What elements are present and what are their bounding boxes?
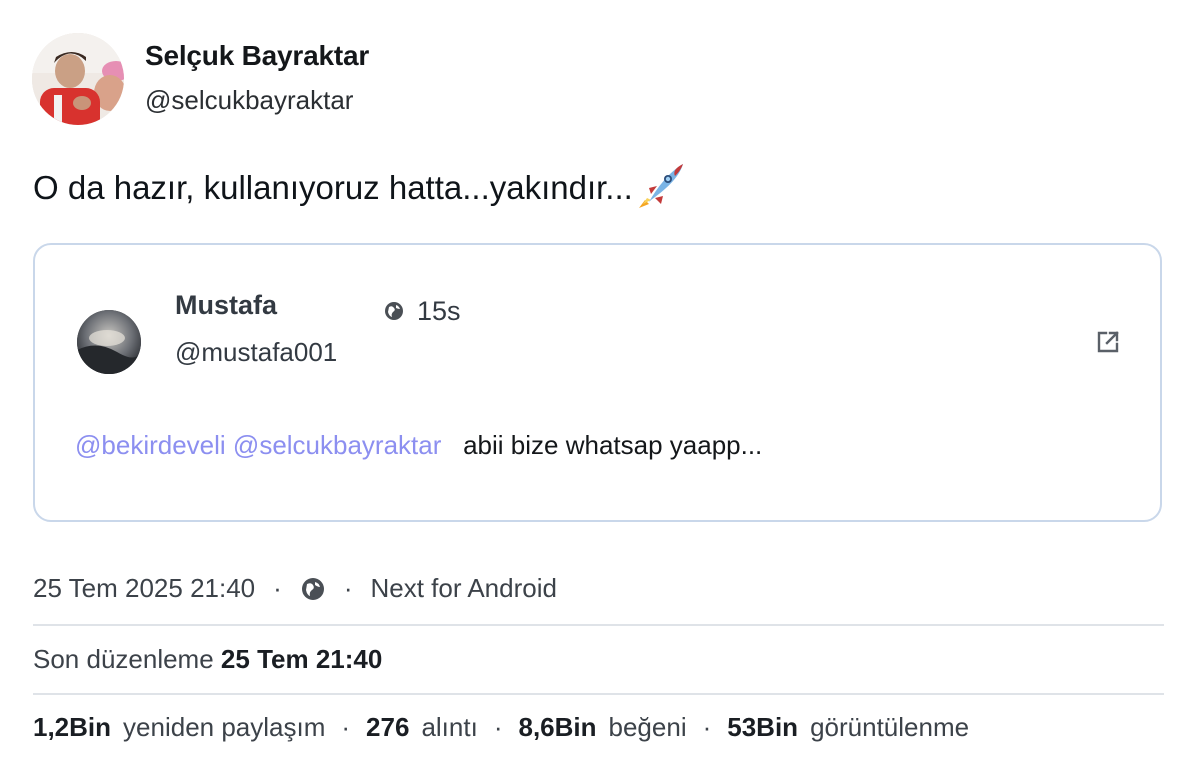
separator-dot: ·	[493, 712, 503, 742]
external-link-icon[interactable]	[1095, 329, 1121, 355]
separator-dot: ·	[343, 573, 353, 603]
separator-dot: ·	[702, 712, 712, 742]
client-name: Next for Android	[370, 573, 557, 603]
quoted-post-card[interactable]: Mustafa 15s @mustafa001 @bekirdeveli @se…	[33, 243, 1162, 522]
post-timestamp[interactable]: 25 Tem 2025 21:40	[33, 573, 255, 604]
quote-time: 15s	[417, 296, 461, 326]
edit-info[interactable]: Son düzenleme 25 Tem 21:40	[33, 644, 382, 675]
likes-count: 8,6Bin	[518, 712, 597, 742]
quotes-count: 276	[366, 712, 410, 742]
post-stats: 1,2Bin yeniden paylaşım · 276 alıntı · 8,6…	[33, 712, 969, 743]
post-body: O da hazır, kullanıyoruz hatta...yakındı…	[33, 169, 633, 206]
views-label: görüntülenme	[810, 712, 970, 742]
separator-dot: ·	[341, 712, 351, 742]
author-avatar[interactable]	[32, 33, 124, 125]
author-handle[interactable]: @selcukbayraktar	[145, 85, 353, 116]
post-meta: 25 Tem 2025 21:40 · · Next for Android	[33, 573, 557, 604]
quote-author-avatar[interactable]	[77, 310, 141, 374]
author-avatar-image	[32, 33, 124, 125]
globe-icon	[383, 300, 405, 322]
edit-time: 25 Tem 21:40	[220, 644, 383, 674]
globe-icon	[300, 576, 326, 602]
divider	[33, 693, 1164, 695]
views-count: 53Bin	[727, 712, 799, 742]
mention-link[interactable]: @bekirdeveli	[75, 430, 226, 460]
views-stat[interactable]: 53Bin görüntülenme	[727, 712, 969, 743]
likes-stat[interactable]: 8,6Bin beğeni	[518, 712, 686, 743]
author-name[interactable]: Selçuk Bayraktar	[145, 40, 369, 72]
quote-author-handle[interactable]: @mustafa001	[175, 337, 337, 368]
edit-label: Son düzenleme	[33, 644, 214, 674]
quotes-stat[interactable]: 276 alıntı	[366, 712, 478, 743]
post-text: O da hazır, kullanıyoruz hatta...yakındı…	[33, 162, 687, 214]
post-view: Selçuk Bayraktar @selcukbayraktar O da h…	[0, 0, 1192, 772]
reposts-count: 1,2Bin	[33, 712, 112, 742]
separator-dot: ·	[273, 573, 282, 603]
reposts-label: yeniden paylaşım	[123, 712, 326, 742]
quotes-label: alıntı	[421, 712, 478, 742]
reposts-stat[interactable]: 1,2Bin yeniden paylaşım	[33, 712, 325, 743]
quote-author-name[interactable]: Mustafa	[175, 290, 277, 321]
mention-link[interactable]: @selcukbayraktar	[233, 430, 441, 460]
quote-body: abii bize whatsap yaapp...	[463, 430, 763, 460]
rocket-emoji-icon	[635, 158, 687, 210]
likes-label: beğeni	[608, 712, 687, 742]
quote-avatar-image	[77, 310, 141, 374]
divider	[33, 624, 1164, 626]
quote-text: @bekirdeveli @selcukbayraktar abii bize …	[75, 430, 762, 461]
